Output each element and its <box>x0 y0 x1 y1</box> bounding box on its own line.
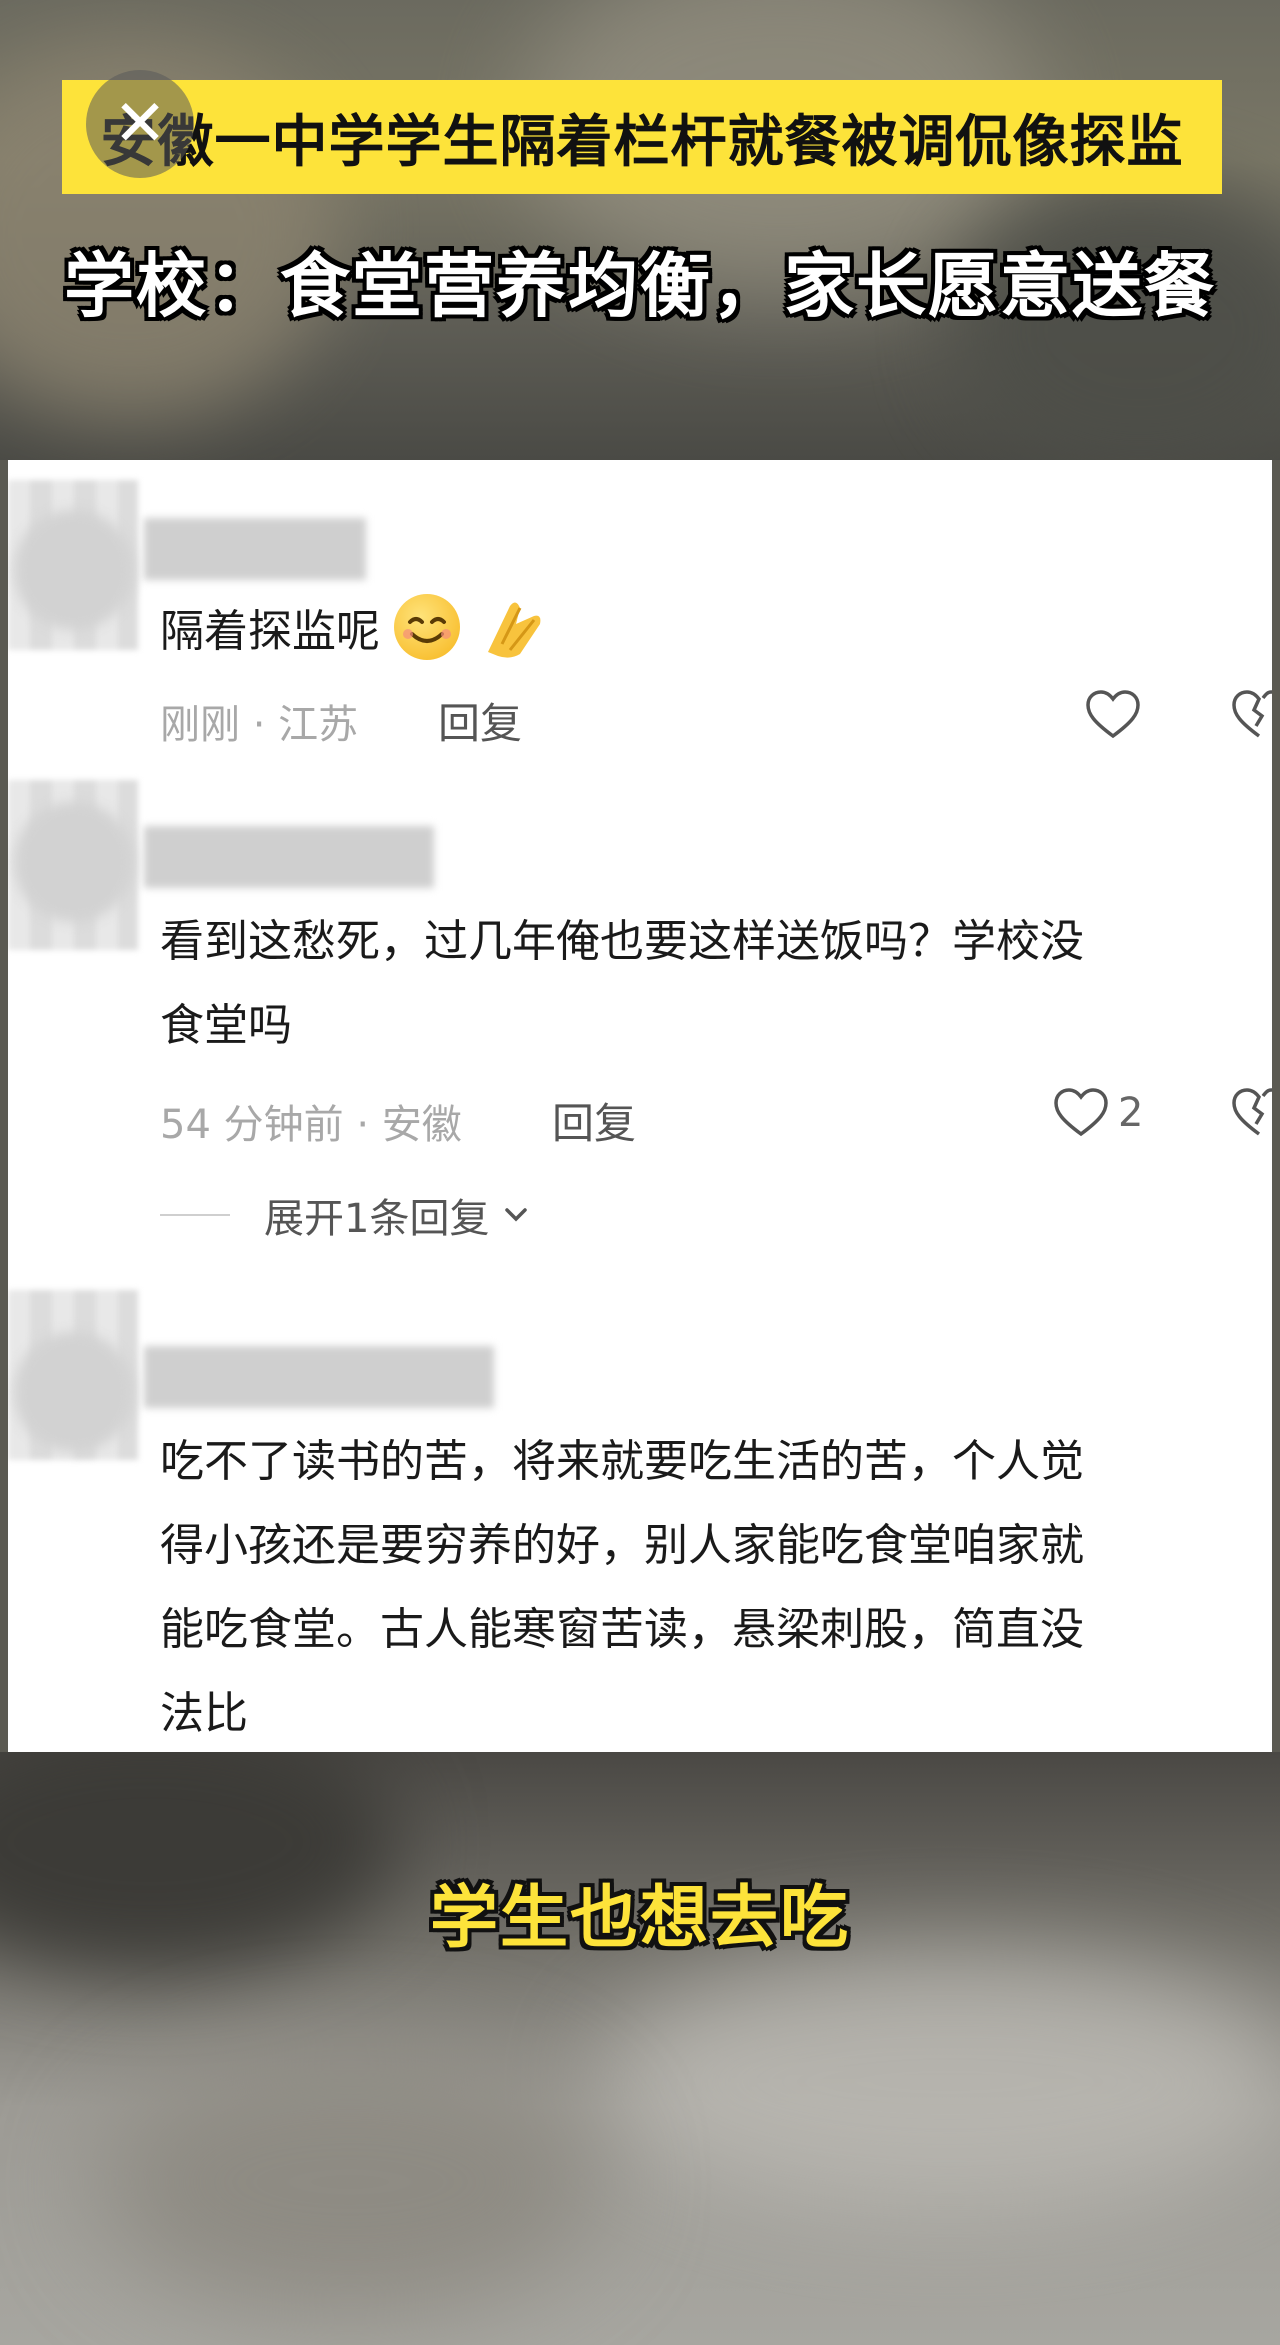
video-frame-top: 安徽一中学学生隔着栏杆就餐被调侃像探监 ✕ 学校：食堂营养均衡，家长愿意送餐 <box>0 0 1280 460</box>
comment-panel[interactable]: 隔着探监呢 刚刚 · 江苏 回复 看到这愁死，过几年俺也要这样送饭吗？学校没 食… <box>8 460 1272 1752</box>
close-icon: ✕ <box>113 87 167 161</box>
avatar-image <box>14 510 134 630</box>
avatar-image <box>14 1332 134 1452</box>
smile-emoji-icon <box>394 594 460 660</box>
comment-location: 安徽 <box>381 1102 462 1148</box>
comment-location: 江苏 <box>278 702 359 748</box>
reply-button[interactable]: 回复 <box>552 1090 636 1151</box>
headline-banner: 安徽一中学学生隔着栏杆就餐被调侃像探监 <box>62 80 1222 194</box>
chevron-down-icon <box>505 1208 528 1222</box>
comment-body-line: 吃不了读书的苦，将来就要吃生活的苦，个人觉 <box>160 1436 1084 1487</box>
meta-separator: · <box>252 702 266 748</box>
video-background <box>600 1952 1280 2212</box>
video-frame-bottom: 学生也想去吃 <box>0 1752 1280 2345</box>
reply-button[interactable]: 回复 <box>438 690 522 751</box>
comment-body: 隔着探监呢 <box>160 606 380 657</box>
comment-time: 刚刚 <box>160 702 240 748</box>
divider <box>160 1214 230 1216</box>
comment-text: 吃不了读书的苦，将来就要吃生活的苦，个人觉 得小孩还是要穷养的好，别人家能吃食堂… <box>160 1420 1272 1752</box>
comment-body-line: 能吃食堂。古人能寒窗苦读，悬梁刺股，简直没 <box>160 1604 1084 1655</box>
username-blurred[interactable] <box>144 826 434 888</box>
heart-icon[interactable] <box>1084 686 1142 744</box>
broken-heart-icon[interactable] <box>1230 1084 1272 1142</box>
headline-text: 安徽一中学学生隔着栏杆就餐被调侃像探监 <box>100 109 1184 175</box>
meta-separator: · <box>356 1102 370 1148</box>
comment-body-line: 食堂吗 <box>160 1000 292 1051</box>
comment-text: 看到这愁死，过几年俺也要这样送饭吗？学校没 食堂吗 <box>160 900 1272 1068</box>
expand-replies-label: 展开1条回复 <box>264 1196 490 1242</box>
username-blurred[interactable] <box>144 1346 494 1408</box>
video-caption: 学生也想去吃 <box>429 1879 850 1958</box>
broken-heart-icon[interactable] <box>1230 686 1272 744</box>
clapping-hands-emoji-icon <box>488 602 541 658</box>
username-blurred[interactable] <box>144 518 366 580</box>
comment-text: 隔着探监呢 <box>160 590 1272 674</box>
comment-meta: 54 分钟前 · 安徽 <box>160 1092 462 1150</box>
comment-body-line: 得小孩还是要穷养的好，别人家能吃食堂咱家就 <box>160 1520 1084 1571</box>
close-button[interactable]: ✕ <box>86 70 194 178</box>
video-background <box>100 2052 600 2312</box>
avatar-image <box>14 802 134 922</box>
subheadline-text: 学校：食堂营养均衡，家长愿意送餐 <box>64 245 1216 327</box>
comment-meta: 刚刚 · 江苏 <box>160 692 358 750</box>
heart-icon[interactable] <box>1052 1084 1110 1142</box>
expand-replies-button[interactable]: 展开1条回复 <box>160 1186 531 1244</box>
comment-body-line: 法比 <box>160 1688 248 1739</box>
like-count: 2 <box>1118 1090 1144 1136</box>
comment-time: 54 分钟前 <box>160 1102 344 1148</box>
comment-body-line: 看到这愁死，过几年俺也要这样送饭吗？学校没 <box>160 916 1084 967</box>
